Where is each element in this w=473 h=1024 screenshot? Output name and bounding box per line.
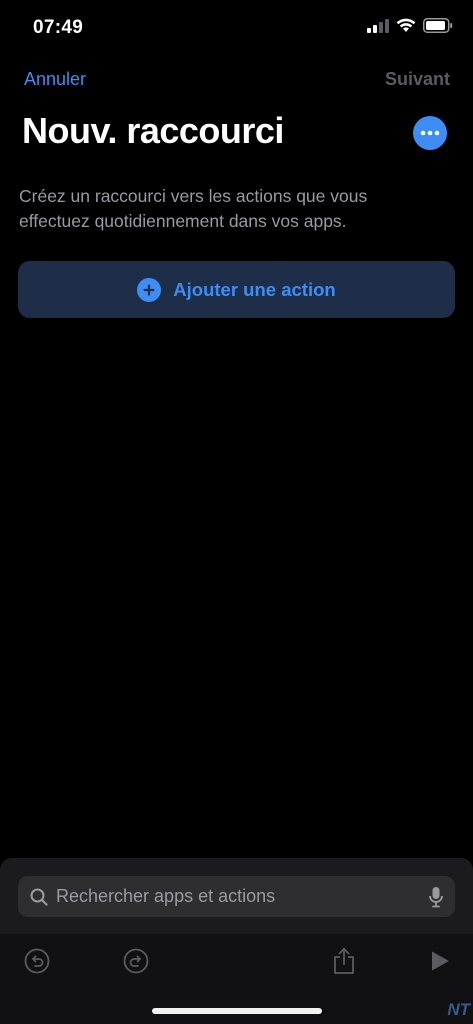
cellular-signal-icon [367,18,389,33]
home-indicator [152,1008,322,1014]
ellipsis-icon [420,130,440,136]
description-text: Créez un raccourci vers les actions que … [19,186,368,231]
undo-icon [24,948,50,974]
undo-button[interactable] [22,946,52,976]
plus-circle-icon [137,277,162,302]
cancel-button[interactable]: Annuler [24,69,86,90]
wifi-icon [396,18,416,32]
search-placeholder: Rechercher apps et actions [56,886,276,906]
watermark-logo: NT [447,1000,470,1019]
microphone-icon[interactable] [429,886,443,908]
battery-icon [423,18,453,33]
next-button[interactable]: Suivant [385,69,450,90]
status-icons [367,18,453,33]
page-title: Nouv. raccourci [22,110,284,151]
redo-button[interactable] [121,946,151,976]
play-icon [432,951,449,971]
share-button[interactable] [329,946,359,976]
run-button[interactable] [425,946,455,976]
status-time: 07:49 [33,17,84,38]
search-input[interactable]: Rechercher apps et actions [18,876,455,917]
status-bar: 07:49 [0,0,473,56]
more-button[interactable] [413,116,447,150]
share-icon [334,948,354,974]
navigation-bar: Annuler Suivant [0,64,473,96]
add-action-label: Ajouter une action [173,278,336,300]
search-icon [30,888,48,906]
add-action-button[interactable]: Ajouter une action [18,261,455,318]
redo-icon [123,948,149,974]
